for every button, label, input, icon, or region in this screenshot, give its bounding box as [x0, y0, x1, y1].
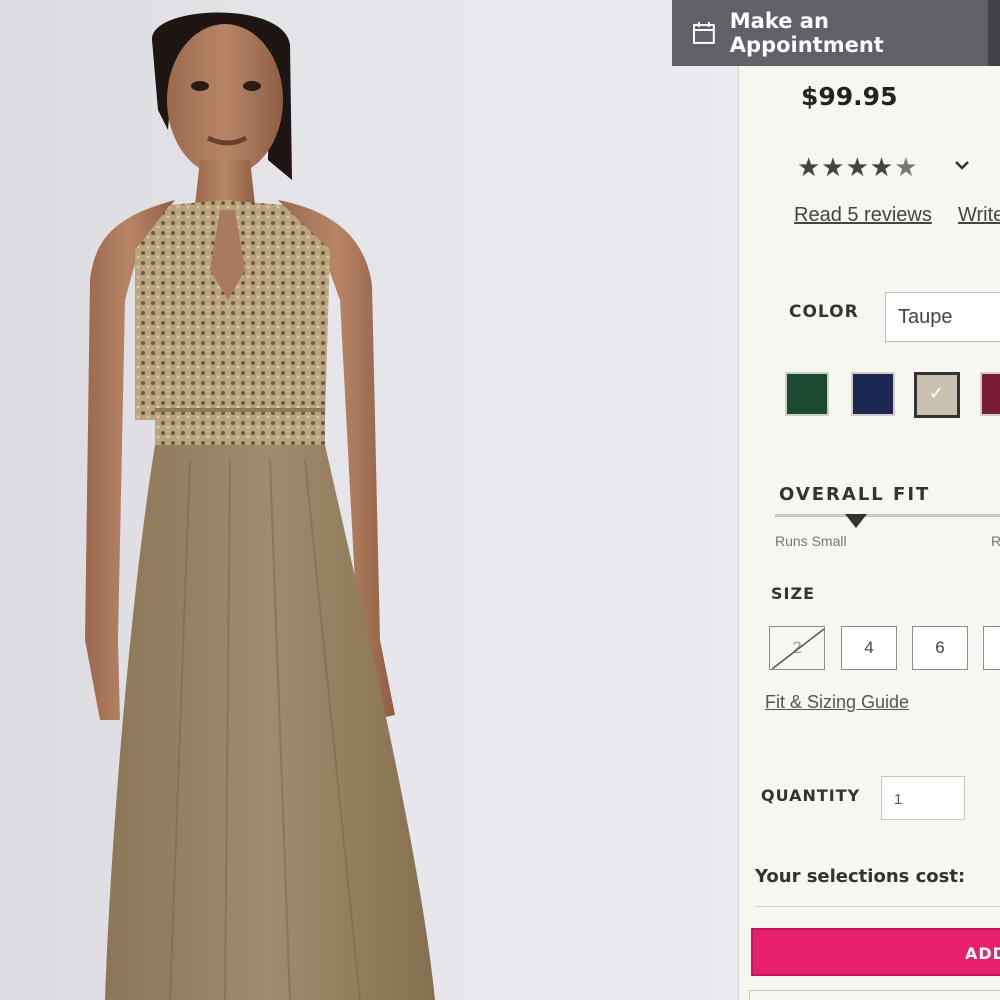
product-panel: $99.95 ★★★★★ Read 5 reviews Write COLOR … — [738, 66, 1000, 1000]
size-option-label: 6 — [935, 638, 945, 657]
make-appointment-button[interactable]: Make an Appointment — [672, 0, 988, 66]
product-photo — [0, 0, 740, 1000]
size-option[interactable] — [983, 626, 1000, 670]
rating-stars: ★★★★★ — [797, 152, 919, 183]
chevron-down-icon[interactable] — [951, 154, 973, 176]
appointment-label: Make an Appointment — [729, 9, 884, 57]
quantity-input[interactable]: 1 — [881, 776, 965, 820]
product-price: $99.95 — [801, 82, 898, 111]
color-label: COLOR — [789, 302, 859, 322]
star-half-icon: ★ — [894, 152, 919, 182]
swatch-green[interactable] — [785, 372, 829, 416]
read-reviews-link[interactable]: Read 5 reviews — [794, 204, 932, 227]
size-option[interactable]: 6 — [912, 626, 968, 670]
check-icon: ✓ — [929, 383, 945, 403]
swatch-navy[interactable] — [851, 372, 895, 416]
strike-icon — [771, 628, 825, 670]
calendar-icon — [692, 22, 715, 44]
write-review-link[interactable]: Write — [958, 204, 1000, 227]
model-image — [85, 12, 435, 1000]
size-option[interactable]: 4 — [841, 626, 897, 670]
stars-full: ★★★★ — [797, 152, 895, 182]
header-edge — [988, 0, 1000, 66]
selections-cost-label: Your selections cost: — [755, 866, 966, 887]
fit-sizing-guide-link[interactable]: Fit & Sizing Guide — [765, 692, 909, 713]
fit-runs-small: Runs Small — [775, 533, 847, 549]
add-to-bag-button[interactable]: ADD — [751, 928, 1000, 976]
size-option-unavailable[interactable]: 2 — [769, 626, 825, 670]
fit-right-text: R — [991, 533, 1000, 549]
size-label: SIZE — [771, 584, 816, 603]
size-option-label: 4 — [864, 638, 874, 657]
fit-scale-track — [775, 514, 1000, 517]
color-select[interactable]: Taupe — [885, 292, 1000, 342]
quantity-label: QUANTITY — [761, 786, 861, 805]
swatch-taupe[interactable]: ✓ — [914, 372, 960, 418]
fit-marker-icon — [845, 514, 867, 528]
secondary-button[interactable] — [749, 990, 1000, 1000]
overall-fit-label: OVERALL FIT — [779, 484, 931, 505]
swatch-burgundy[interactable] — [980, 372, 1000, 416]
divider — [755, 906, 1000, 907]
